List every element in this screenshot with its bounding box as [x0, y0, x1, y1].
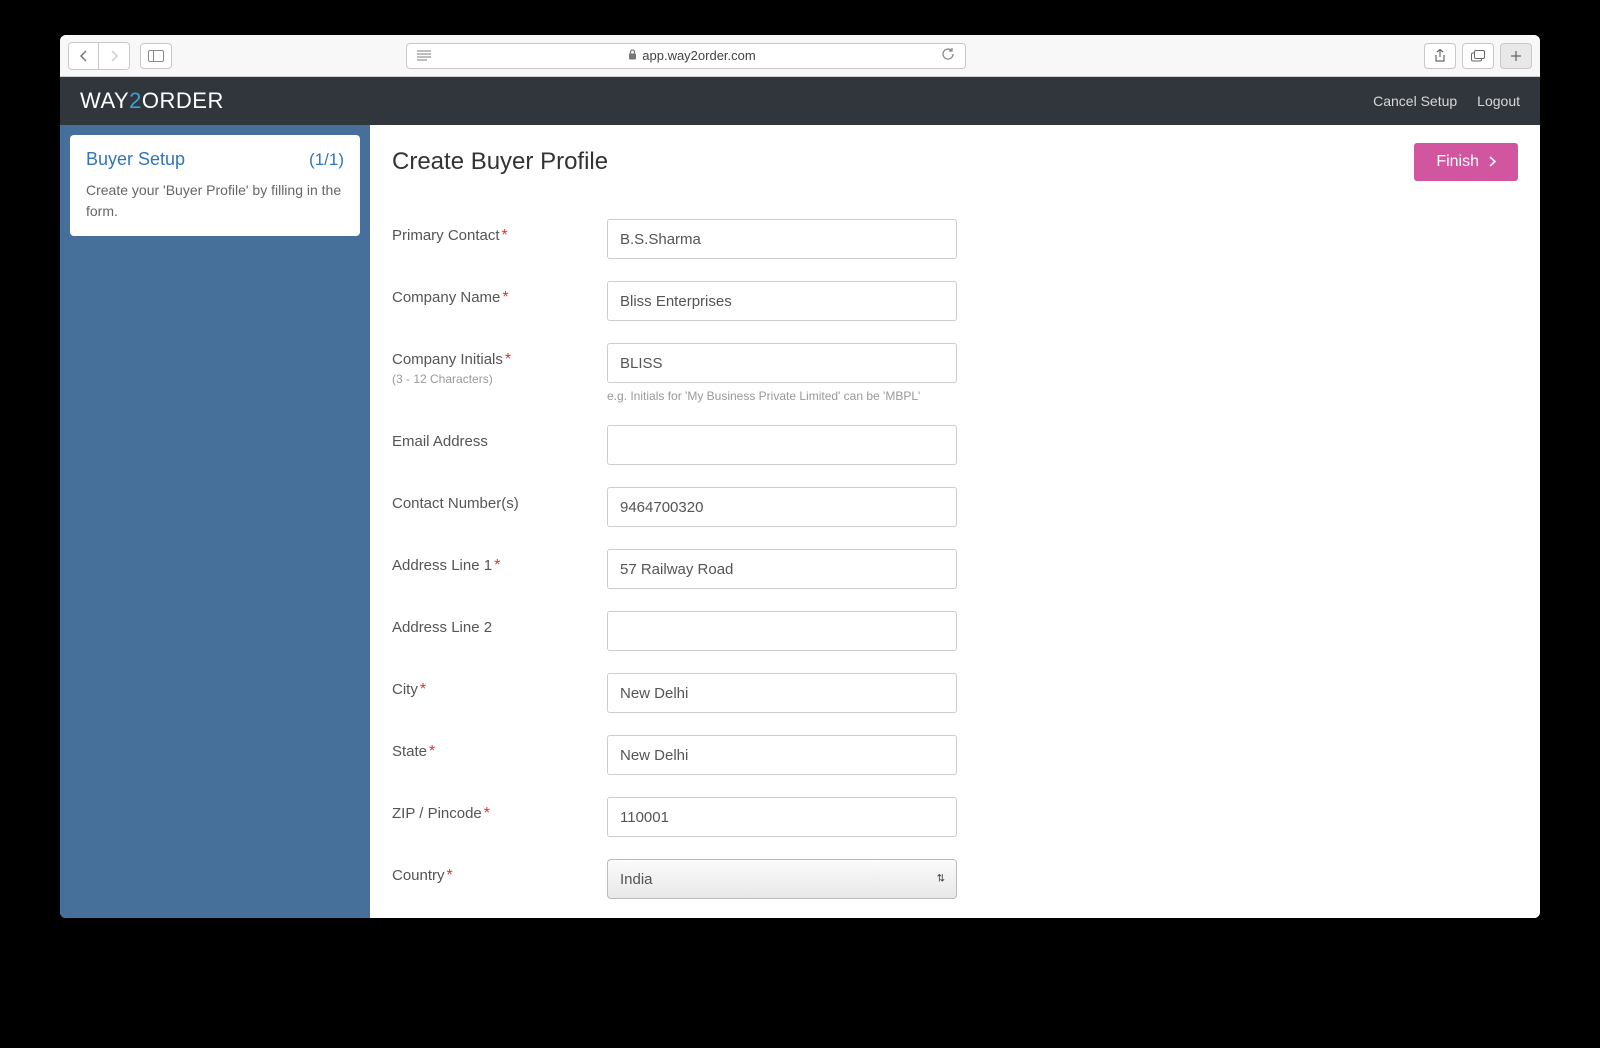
app-header: WAY2ORDER Cancel Setup Logout	[60, 77, 1540, 125]
back-button[interactable]	[69, 43, 99, 69]
url-text: app.way2order.com	[642, 48, 755, 63]
field-state: State*	[392, 735, 1518, 775]
company-name-input[interactable]	[607, 281, 957, 321]
chevron-left-icon	[79, 50, 88, 62]
label-zip: ZIP / Pincode	[392, 805, 482, 822]
address-bar[interactable]: app.way2order.com	[406, 43, 966, 69]
main-content: Create Buyer Profile Finish Primary Cont…	[370, 125, 1540, 918]
required-mark: *	[429, 743, 435, 760]
field-email: Email Address	[392, 425, 1518, 465]
chevron-right-icon	[1489, 155, 1496, 170]
chevron-right-icon	[110, 50, 119, 62]
sidebar-icon	[148, 50, 164, 62]
logout-link[interactable]: Logout	[1477, 93, 1520, 109]
finish-button-label: Finish	[1436, 153, 1479, 171]
field-address1: Address Line 1*	[392, 549, 1518, 589]
finish-button[interactable]: Finish	[1414, 143, 1518, 181]
contact-numbers-input[interactable]	[607, 487, 957, 527]
address2-input[interactable]	[607, 611, 957, 651]
content-header: Create Buyer Profile Finish	[392, 143, 1518, 181]
label-contact-numbers: Contact Number(s)	[392, 495, 519, 512]
refresh-icon	[941, 47, 955, 61]
label-country: Country	[392, 867, 445, 884]
tabs-button[interactable]	[1462, 43, 1494, 69]
lock-icon	[628, 49, 637, 63]
label-email: Email Address	[392, 433, 488, 450]
state-input[interactable]	[607, 735, 957, 775]
company-initials-input[interactable]	[607, 343, 957, 383]
label-city: City	[392, 681, 418, 698]
sidebar-description: Create your 'Buyer Profile' by filling i…	[86, 180, 344, 222]
required-mark: *	[484, 805, 490, 822]
field-city: City*	[392, 673, 1518, 713]
nav-button-group	[68, 42, 130, 70]
sidebar-toggle-button[interactable]	[140, 43, 172, 69]
required-mark: *	[502, 227, 508, 244]
label-address1: Address Line 1	[392, 557, 492, 574]
refresh-button[interactable]	[941, 47, 955, 65]
header-links: Cancel Setup Logout	[1373, 93, 1520, 109]
reader-icon	[417, 48, 431, 64]
label-company-initials: Company Initials	[392, 351, 503, 368]
sidebar-step-count: (1/1)	[309, 150, 344, 170]
field-contact-numbers: Contact Number(s)	[392, 487, 1518, 527]
city-input[interactable]	[607, 673, 957, 713]
label-state: State	[392, 743, 427, 760]
field-primary-contact: Primary Contact*	[392, 219, 1518, 259]
input-hint-initials: e.g. Initials for 'My Business Private L…	[607, 389, 957, 403]
sidebar-card: Buyer Setup (1/1) Create your 'Buyer Pro…	[70, 135, 360, 236]
field-address2: Address Line 2	[392, 611, 1518, 651]
required-mark: *	[420, 681, 426, 698]
forward-button[interactable]	[99, 43, 129, 69]
browser-window: app.way2order.com WAY2ORDER Cancel Setup…	[60, 35, 1540, 918]
label-company-name: Company Name	[392, 289, 500, 306]
cancel-setup-link[interactable]: Cancel Setup	[1373, 93, 1457, 109]
address1-input[interactable]	[607, 549, 957, 589]
zip-input[interactable]	[607, 797, 957, 837]
required-mark: *	[494, 557, 500, 574]
field-country: Country* India	[392, 859, 1518, 899]
plus-icon	[1510, 50, 1522, 62]
field-company-name: Company Name*	[392, 281, 1518, 321]
primary-contact-input[interactable]	[607, 219, 957, 259]
app-body: Buyer Setup (1/1) Create your 'Buyer Pro…	[60, 125, 1540, 918]
address-text: app.way2order.com	[443, 48, 941, 63]
browser-toolbar: app.way2order.com	[60, 35, 1540, 77]
new-tab-button[interactable]	[1500, 43, 1532, 69]
tabs-icon	[1471, 50, 1485, 62]
email-input[interactable]	[607, 425, 957, 465]
app-logo: WAY2ORDER	[80, 88, 224, 114]
share-button[interactable]	[1424, 43, 1456, 69]
toolbar-right-buttons	[1424, 43, 1532, 69]
field-zip: ZIP / Pincode*	[392, 797, 1518, 837]
field-company-initials: Company Initials* (3 - 12 Characters) e.…	[392, 343, 1518, 403]
sidebar-title: Buyer Setup	[86, 149, 185, 170]
share-icon	[1434, 49, 1446, 63]
sidebar: Buyer Setup (1/1) Create your 'Buyer Pro…	[60, 125, 370, 918]
sidebar-card-header: Buyer Setup (1/1)	[86, 149, 344, 170]
label-hint-initials: (3 - 12 Characters)	[392, 372, 607, 386]
required-mark: *	[502, 289, 508, 306]
label-primary-contact: Primary Contact	[392, 227, 500, 244]
required-mark: *	[447, 867, 453, 884]
required-mark: *	[505, 351, 511, 368]
label-address2: Address Line 2	[392, 619, 492, 636]
country-select[interactable]: India	[607, 859, 957, 899]
page-title: Create Buyer Profile	[392, 148, 608, 176]
